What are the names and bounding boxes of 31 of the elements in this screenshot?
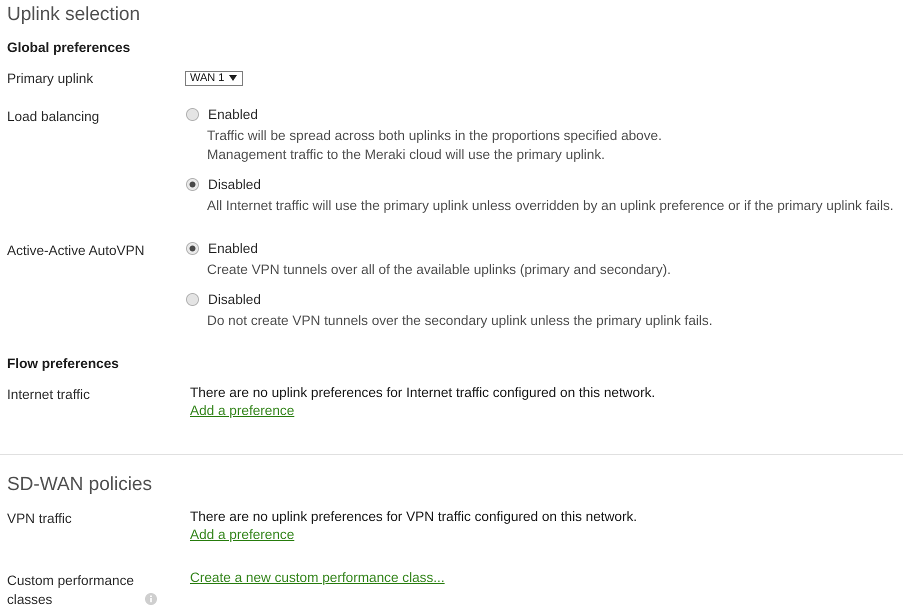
field-label: VPN traffic — [7, 510, 72, 528]
option-description: Do not create VPN tunnels over the secondary uplink unless the primary uplink fails. — [206, 312, 712, 330]
text-link[interactable]: Create a new custom performance class... — [190, 570, 445, 585]
field-label: Active-Active AutoVPN — [7, 242, 145, 260]
option-label[interactable]: Disabled — [208, 290, 261, 308]
text-link[interactable]: Add a preference — [190, 527, 294, 542]
option-description: Create VPN tunnels over all of the available uplinks (primary and secondary). — [206, 260, 671, 278]
option-description: Traffic will be spread across both uplinks in the proportions specified above. — [206, 126, 662, 144]
option-label[interactable]: Enabled — [208, 104, 258, 124]
uplink-dropdown[interactable]: WAN 1 — [185, 70, 244, 86]
radio-button[interactable] — [186, 292, 199, 306]
info-icon[interactable] — [145, 593, 157, 605]
group-heading: Global preferences — [7, 38, 130, 56]
section-heading: SD-WAN policies — [7, 472, 152, 496]
radio-button[interactable] — [186, 178, 199, 190]
section-heading: Uplink selection — [7, 3, 140, 27]
info-message: There are no uplink preferences for Internet traffic configured on this network. — [190, 384, 656, 402]
option-label[interactable]: Enabled — [208, 238, 258, 258]
radio-button[interactable] — [186, 242, 199, 254]
text-link[interactable]: Add a preference — [190, 402, 294, 418]
field-label: Primary uplink — [7, 70, 94, 88]
field-label: Internet traffic — [7, 386, 90, 404]
option-description: All Internet traffic will use the primary uplink unless overridden by an uplink preference or if the primary uplink fails. — [206, 196, 894, 214]
group-heading: Flow preferences — [7, 354, 119, 372]
field-label: Load balancing — [7, 108, 100, 126]
option-description: Management traffic to the Meraki cloud will use the primary uplink. — [206, 146, 605, 164]
option-label[interactable]: Disabled — [208, 174, 261, 194]
radio-button[interactable] — [186, 108, 199, 120]
caret-icon — [229, 75, 238, 81]
info-message: There are no uplink preferences for VPN traffic configured on this network. — [190, 508, 638, 526]
field-label: Custom performance classes — [7, 572, 135, 609]
